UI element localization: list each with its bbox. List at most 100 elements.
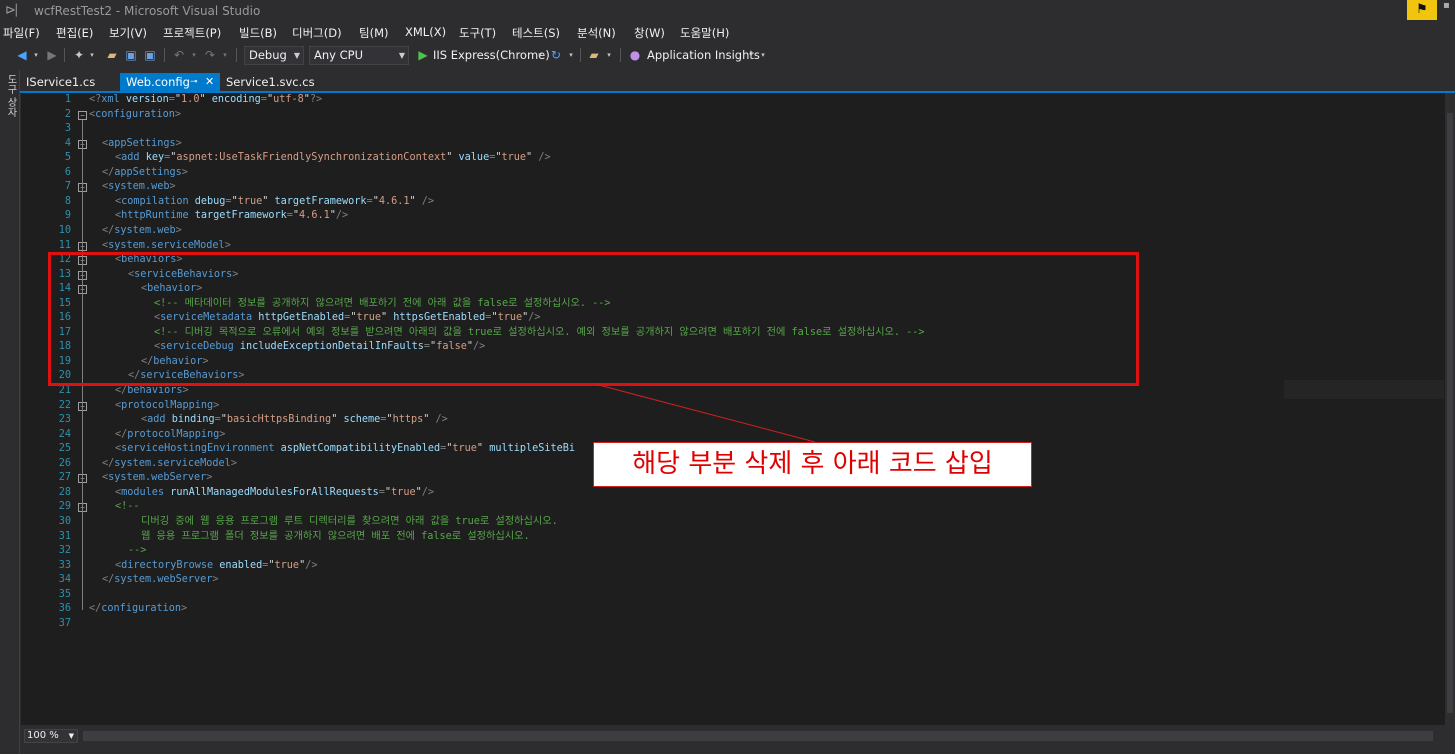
window-title: wcfRestTest2 - Microsoft Visual Studio — [34, 4, 261, 18]
code-line[interactable]: 7−<system.web> — [21, 180, 1445, 195]
code-line[interactable]: 8 <compilation debug="true" targetFramewo… — [21, 195, 1445, 210]
code-line[interactable]: 31 웹 응용 프로그램 폴더 정보를 공개하지 않으려면 배포 전에 false… — [21, 530, 1445, 545]
code-line[interactable]: 23 <add binding="basicHttpsBinding" schem… — [21, 413, 1445, 428]
menu-debug[interactable]: 디버그(D) — [292, 25, 342, 41]
toolbar-overflow-icon[interactable]: ▾ — [759, 47, 767, 63]
collapse-icon[interactable]: − — [78, 110, 87, 120]
code-text: <system.webServer> — [102, 472, 213, 484]
menu-file[interactable]: 파일(F) — [3, 25, 40, 41]
chevron-down-icon: ▼ — [68, 732, 74, 740]
platform-value: Any CPU — [314, 48, 363, 62]
line-number: 30 — [58, 515, 71, 527]
platform-select[interactable]: Any CPU ▼ — [309, 46, 409, 65]
browse-dropdown-icon[interactable]: ▾ — [605, 47, 613, 63]
redo-icon[interactable]: ↷ — [203, 47, 217, 63]
run-target-dropdown-icon[interactable]: ▾ — [536, 47, 544, 63]
code-line[interactable]: 1 <?xml version="1.0" encoding="utf-8"?> — [21, 93, 1445, 108]
menu-edit[interactable]: 편집(E) — [56, 25, 93, 41]
tab-label: Web.config — [126, 75, 190, 89]
tab-iservice1[interactable]: IService1.cs — [20, 73, 118, 91]
code-line[interactable]: 37 — [21, 617, 1445, 632]
code-line[interactable]: 36 </configuration> — [21, 602, 1445, 617]
horizontal-scrollbar[interactable] — [83, 731, 1433, 741]
line-number: 32 — [58, 545, 71, 557]
code-text: <httpRuntime targetFramework="4.6.1"/> — [115, 210, 349, 222]
new-project-icon[interactable]: ✦ — [72, 47, 86, 63]
code-line[interactable]: 9 <httpRuntime targetFramework="4.6.1"/> — [21, 209, 1445, 224]
zoom-select[interactable]: 100 % ▼ — [24, 729, 78, 743]
code-line[interactable]: 5 <add key="aspnet:UseTaskFriendlySynchro… — [21, 151, 1445, 166]
line-number: 28 — [58, 486, 71, 498]
menu-test[interactable]: 테스트(S) — [512, 25, 560, 41]
code-line[interactable]: 29−<!-- — [21, 500, 1445, 515]
code-line[interactable]: 32 --> — [21, 544, 1445, 559]
code-line[interactable]: 30 디버깅 중에 웹 응용 프로그램 루트 디렉터리를 찾으려면 아래 값을 t… — [21, 515, 1445, 530]
start-debugging-icon[interactable]: ▶ — [416, 47, 430, 63]
code-editor[interactable]: 1 <?xml version="1.0" encoding="utf-8"?> 2… — [21, 93, 1445, 725]
title-bar: ⊳⎸ wcfRestTest2 - Microsoft Visual Studi… — [0, 0, 1455, 23]
toolbox-side-strip: 도구 상자 — [0, 70, 20, 754]
code-line[interactable]: 28 <modules runAllManagedModulesForAllReq… — [21, 486, 1445, 501]
line-number: 10 — [58, 224, 71, 236]
chevron-down-icon: ▼ — [398, 51, 405, 60]
code-line[interactable]: 2− <configuration> — [21, 108, 1445, 123]
vertical-scrollbar[interactable] — [1445, 93, 1455, 725]
close-icon[interactable]: ✕ — [205, 73, 214, 91]
line-number: 7 — [64, 181, 71, 193]
application-insights-button[interactable]: Application Insights — [647, 48, 760, 62]
code-line[interactable]: 4−<appSettings> — [21, 137, 1445, 152]
notification-flag-icon[interactable]: ⚑ — [1407, 0, 1437, 20]
app-insights-dropdown-icon[interactable]: ▾ — [747, 47, 755, 63]
outline-guide — [82, 410, 83, 436]
toolbar-separator — [580, 48, 581, 62]
code-line[interactable]: 11−<system.serviceModel> — [21, 239, 1445, 254]
refresh-icon[interactable]: ↻ — [549, 47, 563, 63]
code-line[interactable]: 22−<protocolMapping> — [21, 399, 1445, 414]
back-dropdown-icon[interactable]: ▾ — [32, 47, 40, 63]
code-text: </protocolMapping> — [115, 428, 226, 440]
code-line[interactable]: 34 </system.webServer> — [21, 573, 1445, 588]
code-line[interactable]: 35 — [21, 588, 1445, 603]
code-text: 디버깅 중에 웹 응용 프로그램 루트 디렉터리를 찾으려면 아래 값을 tru… — [141, 515, 558, 527]
toolbox-tab[interactable]: 도구 상자 — [4, 74, 16, 117]
pin-icon[interactable]: ⊸ — [190, 73, 198, 91]
new-dropdown-icon[interactable]: ▾ — [88, 47, 96, 63]
menu-xml[interactable]: XML(X) — [405, 25, 446, 39]
tab-web-config[interactable]: Web.config ⊸ ✕ — [120, 73, 220, 91]
code-line[interactable]: 33 <directoryBrowse enabled="true"/> — [21, 559, 1445, 574]
code-text: <add key="aspnet:UseTaskFriendlySynchron… — [115, 152, 551, 164]
menu-analyze[interactable]: 분석(N) — [577, 25, 616, 41]
tab-service1-svc[interactable]: Service1.svc.cs — [220, 73, 330, 91]
open-file-icon[interactable]: ▰ — [105, 47, 119, 63]
scroll-thumb[interactable] — [1447, 113, 1453, 713]
undo-dropdown-icon[interactable]: ▾ — [190, 47, 198, 63]
navigate-forward-icon[interactable]: ▶ — [45, 47, 59, 63]
window-controls[interactable]: ▪ — [1443, 0, 1455, 20]
menu-project[interactable]: 프로젝트(P) — [163, 25, 221, 41]
browse-icon[interactable]: ▰ — [587, 47, 601, 63]
menu-team[interactable]: 팀(M) — [359, 25, 388, 41]
undo-icon[interactable]: ↶ — [172, 47, 186, 63]
line-number: 24 — [58, 428, 71, 440]
code-line[interactable]: 6 </appSettings> — [21, 166, 1445, 181]
code-text: <protocolMapping> — [115, 399, 220, 411]
menu-help[interactable]: 도움말(H) — [680, 25, 729, 41]
run-target-button[interactable]: IIS Express(Chrome) — [433, 48, 550, 62]
menu-build[interactable]: 빌드(B) — [239, 25, 277, 41]
code-line[interactable]: 3 — [21, 122, 1445, 137]
menu-tools[interactable]: 도구(T) — [459, 25, 496, 41]
save-all-icon[interactable]: ▣ — [142, 47, 158, 63]
code-line[interactable]: 21 </behaviors> — [21, 384, 1445, 399]
menu-view[interactable]: 보기(V) — [109, 25, 147, 41]
line-number: 11 — [58, 239, 71, 251]
navigate-back-icon[interactable]: ◀ — [15, 47, 29, 63]
code-text: </system.webServer> — [102, 574, 219, 586]
code-line[interactable]: 24 </protocolMapping> — [21, 428, 1445, 443]
menu-window[interactable]: 창(W) — [634, 25, 665, 41]
redo-dropdown-icon[interactable]: ▾ — [221, 47, 229, 63]
save-icon[interactable]: ▣ — [124, 47, 138, 63]
configuration-select[interactable]: Debug ▼ — [244, 46, 304, 65]
refresh-dropdown-icon[interactable]: ▾ — [567, 47, 575, 63]
code-line[interactable]: 10 </system.web> — [21, 224, 1445, 239]
chevron-down-icon: ▼ — [293, 51, 300, 60]
